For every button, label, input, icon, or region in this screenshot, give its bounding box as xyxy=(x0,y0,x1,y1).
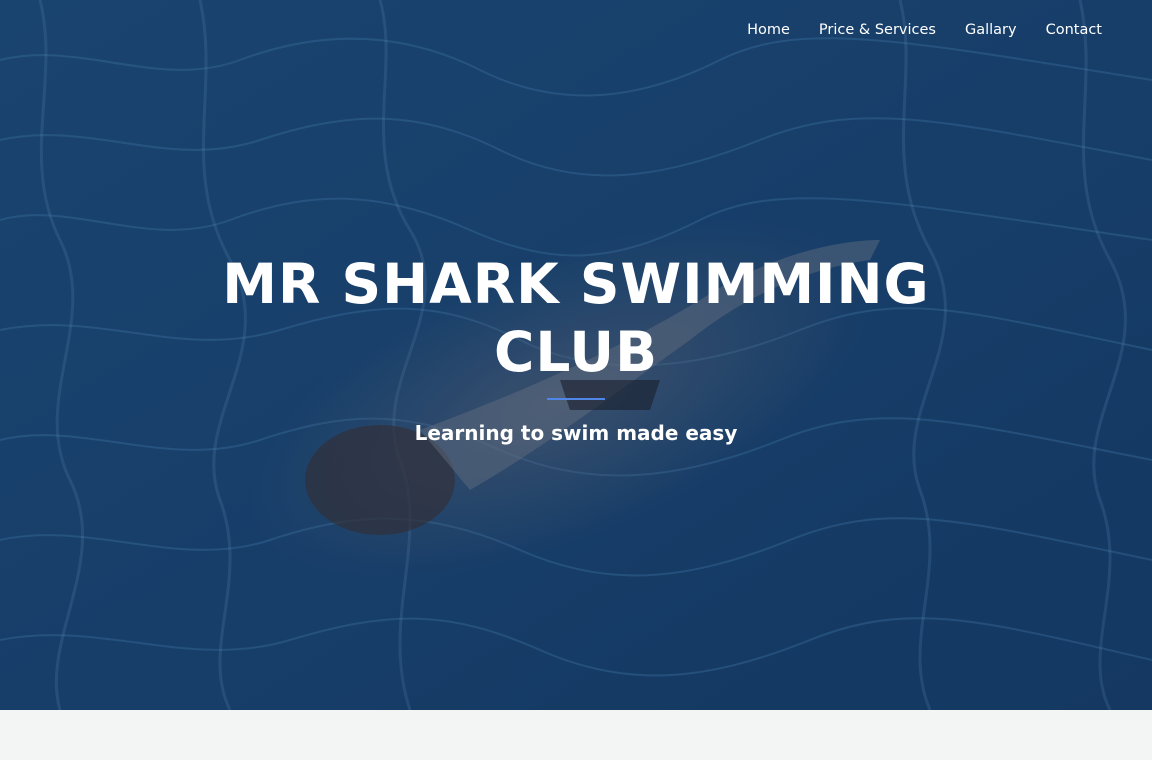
nav-gallary-link[interactable]: Gallary xyxy=(965,20,1017,40)
hero-section: Home Price & Services Gallary Contact MR… xyxy=(0,0,1152,710)
hero-content: MR SHARK SWIMMING CLUB Learning to swim … xyxy=(0,250,1152,445)
below-fold-section xyxy=(0,710,1152,760)
hero-title: MR SHARK SWIMMING CLUB xyxy=(222,252,930,384)
nav-home-link[interactable]: Home xyxy=(747,20,790,40)
nav-contact-link[interactable]: Contact xyxy=(1046,20,1102,40)
hero-subtitle: Learning to swim made easy xyxy=(414,421,738,445)
main-navigation: Home Price & Services Gallary Contact xyxy=(718,20,1102,40)
title-divider xyxy=(547,398,605,400)
nav-price-services-link[interactable]: Price & Services xyxy=(819,20,936,40)
